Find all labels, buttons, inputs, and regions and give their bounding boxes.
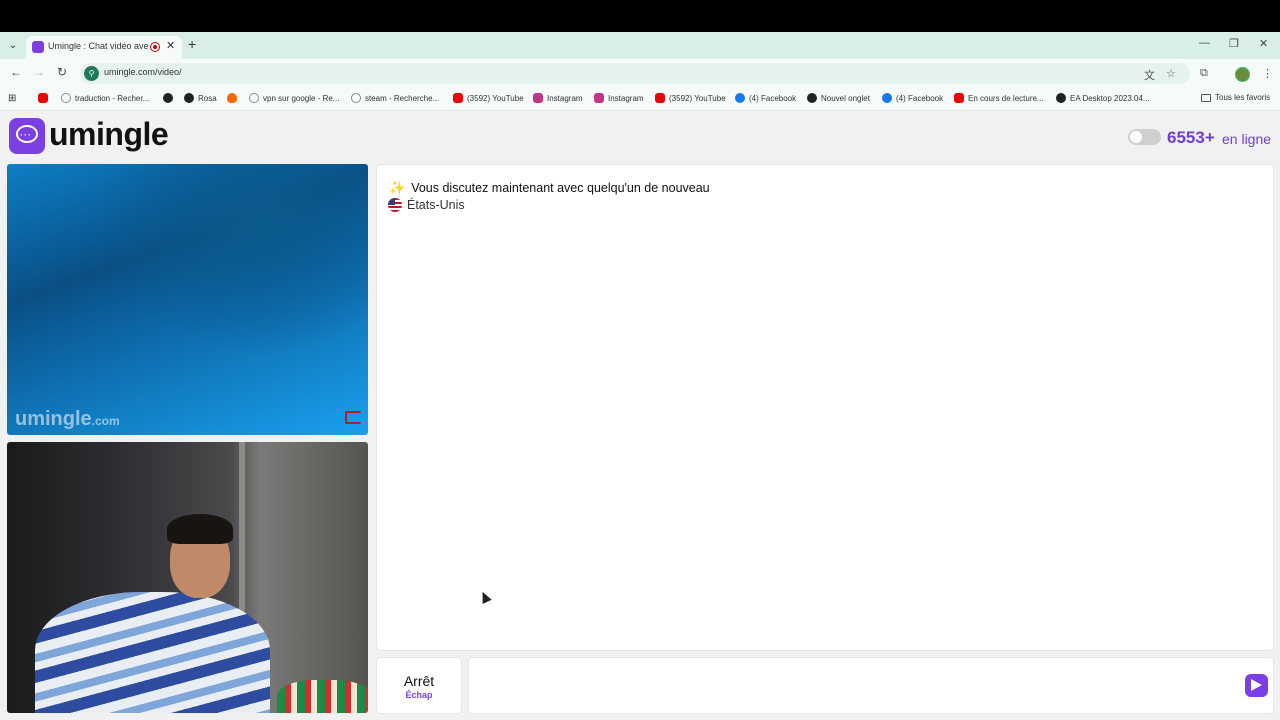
instagram-icon xyxy=(594,93,604,103)
recording-indicator-icon xyxy=(150,42,160,52)
report-flag-icon[interactable] xyxy=(345,411,361,424)
partner-country: États-Unis xyxy=(388,198,465,212)
stop-button-label: Arrêt xyxy=(403,673,435,689)
message-box[interactable] xyxy=(468,657,1274,714)
umingle-logo-icon[interactable]: ··· xyxy=(9,118,45,154)
brand-name[interactable]: umingle xyxy=(49,116,169,153)
toggle-knob xyxy=(1130,131,1142,143)
tab-close-icon[interactable]: ✕ xyxy=(166,39,175,52)
bookmarks-bar: ⊞ traduction - Recher... Rosa vpn sur go… xyxy=(0,88,1280,111)
bookmark-nouvel-onglet[interactable]: Nouvel onglet xyxy=(807,93,870,103)
bookmark-youtube-3592-2[interactable]: (3592) YouTube xyxy=(655,93,726,103)
umingle-page: ··· umingle 6553+ en ligne umingle.com ✨… xyxy=(0,111,1280,720)
umingle-favicon-icon xyxy=(32,41,44,53)
message-input[interactable] xyxy=(475,664,1229,707)
folder-icon xyxy=(1201,93,1211,102)
close-window-icon[interactable]: ✕ xyxy=(1259,37,1268,50)
address-bar[interactable]: ⚲ umingle.com/video/ xyxy=(80,63,1190,84)
chrome-icon xyxy=(163,93,173,103)
bookmark-instagram[interactable]: Instagram xyxy=(533,93,583,103)
instagram-icon xyxy=(533,93,543,103)
send-button[interactable] xyxy=(1245,674,1268,697)
person-hair xyxy=(167,514,233,544)
bookmark-chrome[interactable] xyxy=(163,93,177,103)
bookmark-facebook-2[interactable]: (4) Facebook xyxy=(882,93,943,103)
bookmark-facebook[interactable]: (4) Facebook xyxy=(735,93,796,103)
youtube-icon xyxy=(655,93,665,103)
theme-toggle[interactable] xyxy=(1128,129,1161,145)
reload-icon[interactable]: ↻ xyxy=(57,65,67,79)
system-message: ✨ Vous discutez maintenant avec quelqu'u… xyxy=(389,180,710,195)
local-video xyxy=(7,442,368,713)
bookmark-rosa[interactable]: Rosa xyxy=(184,93,217,103)
facebook-icon xyxy=(735,93,745,103)
profile-avatar[interactable] xyxy=(1235,67,1250,82)
bookmark-fire[interactable] xyxy=(227,93,241,103)
person-sweater xyxy=(35,592,270,713)
chrome-icon xyxy=(1056,93,1066,103)
google-icon xyxy=(61,93,71,103)
decorative-vase xyxy=(277,680,368,713)
address-row: ← → ↻ ⚲ umingle.com/video/ 文 ☆ ⧉ ⋮ xyxy=(0,59,1280,88)
bookmark-star-icon[interactable]: ☆ xyxy=(1166,67,1176,80)
remote-video: umingle.com xyxy=(7,164,368,435)
site-info-icon[interactable]: ⚲ xyxy=(84,66,99,81)
bookmark-en-cours[interactable]: En cours de lecture... xyxy=(954,93,1044,103)
stop-shortcut-hint: Échap xyxy=(405,690,433,700)
minimize-window-icon[interactable]: — xyxy=(1199,37,1210,49)
forward-arrow-icon[interactable]: → xyxy=(33,65,45,79)
back-arrow-icon[interactable]: ← xyxy=(10,65,22,79)
all-bookmarks-folder[interactable]: Tous les favoris xyxy=(1201,93,1270,102)
online-label: en ligne xyxy=(1222,131,1272,147)
tab-search-chevron-icon[interactable]: ⌄ xyxy=(5,38,21,54)
send-arrow-icon xyxy=(1251,679,1262,691)
apps-grid-icon[interactable]: ⊞ xyxy=(8,93,16,104)
google-icon xyxy=(249,93,259,103)
extensions-puzzle-icon[interactable]: ⧉ xyxy=(1200,67,1208,80)
google-icon xyxy=(351,93,361,103)
umingle-watermark: umingle.com xyxy=(15,408,120,430)
fire-icon xyxy=(227,93,237,103)
bookmark-youtube[interactable] xyxy=(38,93,52,103)
bookmark-steam[interactable]: steam - Recherche... xyxy=(351,93,439,103)
new-tab-plus-icon[interactable]: + xyxy=(188,36,196,52)
youtube-icon xyxy=(38,93,48,103)
translate-icon[interactable]: 文 xyxy=(1144,67,1155,83)
url-text[interactable]: umingle.com/video/ xyxy=(104,67,182,77)
chrome-icon xyxy=(184,93,194,103)
browser-tab-umingle[interactable]: Umingle : Chat vidéo avec d ✕ xyxy=(26,36,182,59)
tab-strip: ⌄ Umingle : Chat vidéo avec d ✕ + — ❐ ✕ xyxy=(0,32,1280,59)
bookmark-instagram-2[interactable]: Instagram xyxy=(594,93,644,103)
stop-button[interactable]: Arrêt Échap xyxy=(376,657,462,714)
bookmark-vpn[interactable]: vpn sur google - Re... xyxy=(249,93,339,103)
chrome-icon xyxy=(807,93,817,103)
bookmark-traduction[interactable]: traduction - Recher... xyxy=(61,93,149,103)
youtube-icon xyxy=(453,93,463,103)
us-flag-icon xyxy=(388,198,402,212)
youtube-icon xyxy=(954,93,964,103)
facebook-icon xyxy=(882,93,892,103)
bookmark-youtube-3592[interactable]: (3592) YouTube xyxy=(453,93,524,103)
restore-window-icon[interactable]: ❐ xyxy=(1229,37,1239,50)
online-count: 6553+ xyxy=(1167,128,1215,147)
tab-title: Umingle : Chat vidéo avec d xyxy=(48,41,148,51)
top-black-bar xyxy=(0,0,1280,32)
bookmark-ea-desktop[interactable]: EA Desktop 2023.04... xyxy=(1056,93,1150,103)
chat-panel: ✨ Vous discutez maintenant avec quelqu'u… xyxy=(376,164,1274,651)
sparkle-icon: ✨ xyxy=(389,180,406,195)
browser-menu-icon[interactable]: ⋮ xyxy=(1262,67,1273,80)
